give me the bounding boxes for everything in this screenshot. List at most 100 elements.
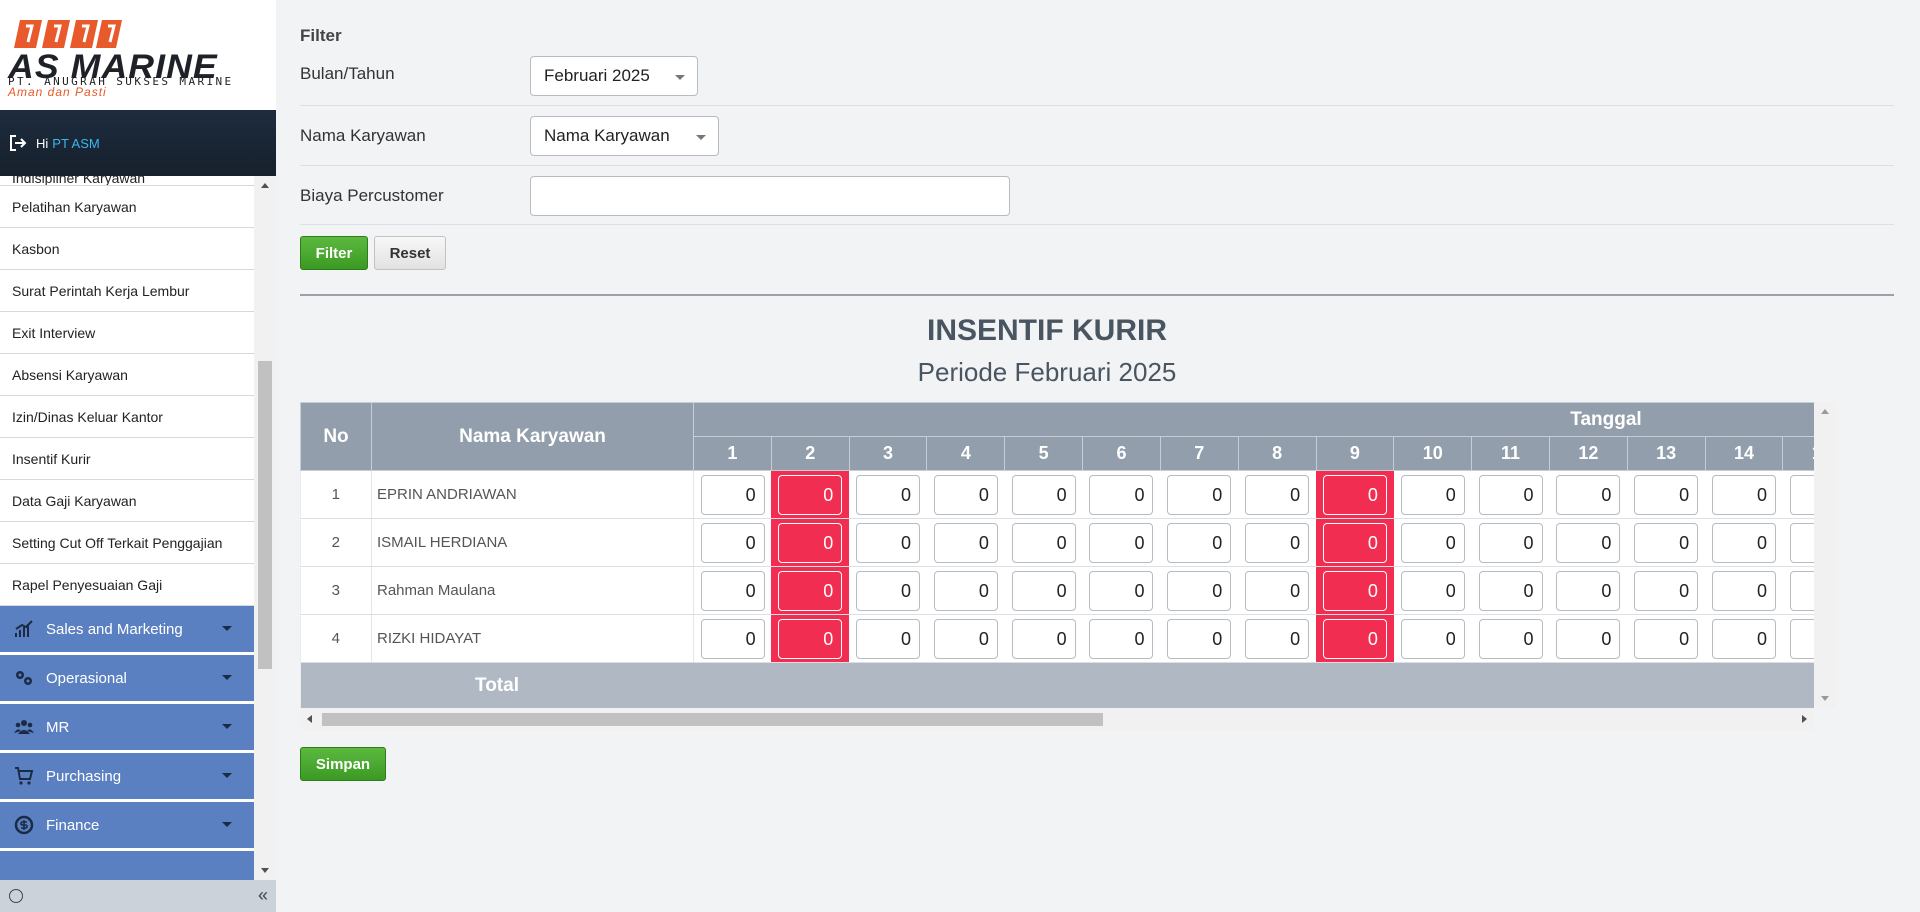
incentive-input[interactable]: 0 <box>778 522 843 563</box>
incentive-input[interactable]: 0 <box>1245 522 1310 563</box>
incentive-input[interactable]: 0 <box>1322 522 1387 563</box>
incentive-input[interactable]: 0 <box>1634 522 1699 563</box>
incentive-input[interactable]: 0 <box>1089 474 1154 515</box>
save-button[interactable]: Simpan <box>300 747 386 781</box>
incentive-input[interactable]: 0 <box>700 618 765 659</box>
sidebar-section-mr[interactable]: MR <box>0 704 254 750</box>
incentive-input[interactable]: 0 <box>1789 474 1814 515</box>
incentive-input[interactable]: 0 <box>933 570 998 611</box>
incentive-input[interactable]: 0 <box>700 570 765 611</box>
incentive-input[interactable]: 0 <box>1011 474 1076 515</box>
incentive-input[interactable]: 0 <box>1478 570 1543 611</box>
incentive-input[interactable]: 0 <box>1011 618 1076 659</box>
incentive-input[interactable]: 0 <box>778 474 843 515</box>
table-horizontal-scrollbar[interactable] <box>300 708 1814 730</box>
sidebar-item-indisipliner[interactable]: Indisipliner Karyawan <box>0 176 254 186</box>
incentive-input[interactable]: 0 <box>1634 570 1699 611</box>
incentive-input[interactable]: 0 <box>1789 522 1814 563</box>
incentive-input[interactable]: 0 <box>1556 618 1621 659</box>
scroll-up-icon[interactable] <box>1821 409 1829 414</box>
incentive-input[interactable]: 0 <box>1167 474 1232 515</box>
sidebar-item-data-gaji[interactable]: Data Gaji Karyawan <box>0 480 254 522</box>
incentive-input[interactable]: 0 <box>1167 522 1232 563</box>
sidebar-item-kasbon[interactable]: Kasbon <box>0 228 254 270</box>
incentive-input[interactable]: 0 <box>933 474 998 515</box>
incentive-input[interactable]: 0 <box>1400 522 1465 563</box>
nama-select[interactable]: Nama Karyawan <box>530 116 719 156</box>
incentive-input[interactable]: 0 <box>1011 522 1076 563</box>
incentive-input[interactable]: 0 <box>1711 474 1776 515</box>
incentive-input[interactable]: 0 <box>1556 570 1621 611</box>
scroll-left-icon[interactable] <box>307 715 312 723</box>
bulan-select-value: Februari 2025 <box>544 66 650 85</box>
sidebar-item-pelatihan[interactable]: Pelatihan Karyawan <box>0 186 254 228</box>
incentive-input[interactable]: 0 <box>1089 618 1154 659</box>
incentive-input[interactable]: 0 <box>1478 522 1543 563</box>
table-vertical-scrollbar[interactable] <box>1814 402 1836 708</box>
sidebar-item-insentif-kurir[interactable]: Insentif Kurir <box>0 438 254 480</box>
incentive-input[interactable]: 0 <box>778 618 843 659</box>
circle-icon[interactable] <box>9 889 23 903</box>
collapse-sidebar-icon[interactable]: « <box>258 885 268 906</box>
sidebar-item-rapel[interactable]: Rapel Penyesuaian Gaji <box>0 564 254 606</box>
incentive-input[interactable]: 0 <box>856 618 921 659</box>
sidebar-item-izin-dinas[interactable]: Izin/Dinas Keluar Kantor <box>0 396 254 438</box>
scroll-up-icon[interactable] <box>261 183 269 188</box>
incentive-input[interactable]: 0 <box>1089 570 1154 611</box>
incentive-input[interactable]: 0 <box>700 522 765 563</box>
incentive-input[interactable]: 0 <box>700 474 765 515</box>
incentive-input[interactable]: 0 <box>1789 570 1814 611</box>
incentive-input[interactable]: 0 <box>1089 522 1154 563</box>
incentive-input[interactable]: 0 <box>1400 474 1465 515</box>
sidebar-item-spkl[interactable]: Surat Perintah Kerja Lembur <box>0 270 254 312</box>
incentive-input[interactable]: 0 <box>1322 570 1387 611</box>
incentive-input[interactable]: 0 <box>933 618 998 659</box>
incentive-input[interactable]: 0 <box>1322 618 1387 659</box>
incentive-input[interactable]: 0 <box>1478 474 1543 515</box>
incentive-input[interactable]: 0 <box>1245 618 1310 659</box>
sidebar-item-exit-interview[interactable]: Exit Interview <box>0 312 254 354</box>
incentive-input[interactable]: 0 <box>1400 618 1465 659</box>
incentive-input[interactable]: 0 <box>778 570 843 611</box>
scroll-down-icon[interactable] <box>261 868 269 873</box>
sidebar-item-absensi[interactable]: Absensi Karyawan <box>0 354 254 396</box>
sidebar-scrollbar[interactable] <box>254 176 276 880</box>
sidebar-section-purchasing[interactable]: Purchasing <box>0 753 254 799</box>
reset-button[interactable]: Reset <box>374 236 446 270</box>
incentive-input[interactable]: 0 <box>1711 618 1776 659</box>
sidebar-section-operasional[interactable]: Operasional <box>0 655 254 701</box>
company-logo[interactable]: AS MARINE PT. ANUGRAH SUKSES MARINE Aman… <box>0 0 276 110</box>
incentive-input[interactable]: 0 <box>1711 522 1776 563</box>
incentive-input[interactable]: 0 <box>1789 618 1814 659</box>
bulan-select[interactable]: Februari 2025 <box>530 56 698 96</box>
incentive-input[interactable]: 0 <box>856 474 921 515</box>
incentive-input[interactable]: 0 <box>1634 474 1699 515</box>
incentive-input[interactable]: 0 <box>1167 618 1232 659</box>
incentive-input[interactable]: 0 <box>933 522 998 563</box>
incentive-input[interactable]: 0 <box>1478 618 1543 659</box>
incentive-input[interactable]: 0 <box>1011 570 1076 611</box>
incentive-input[interactable]: 0 <box>1400 570 1465 611</box>
biaya-input[interactable] <box>530 176 1010 216</box>
incentive-input[interactable]: 0 <box>1556 474 1621 515</box>
sidebar-section-sales[interactable]: Sales and Marketing <box>0 606 254 652</box>
table-scroll-thumb[interactable] <box>322 713 1103 726</box>
incentive-input[interactable]: 0 <box>1245 474 1310 515</box>
logout-icon[interactable] <box>8 133 28 153</box>
scroll-down-icon[interactable] <box>1821 696 1829 701</box>
incentive-input[interactable]: 0 <box>1711 570 1776 611</box>
sidebar-section-partial[interactable] <box>0 851 254 880</box>
incentive-input[interactable]: 0 <box>1634 618 1699 659</box>
incentive-input[interactable]: 0 <box>856 570 921 611</box>
user-name-link[interactable]: PT ASM <box>52 136 99 151</box>
incentive-input[interactable]: 0 <box>856 522 921 563</box>
sidebar-scroll-thumb[interactable] <box>258 361 272 669</box>
incentive-input[interactable]: 0 <box>1322 474 1387 515</box>
incentive-input[interactable]: 0 <box>1245 570 1310 611</box>
incentive-input[interactable]: 0 <box>1167 570 1232 611</box>
incentive-input[interactable]: 0 <box>1556 522 1621 563</box>
sidebar-section-finance[interactable]: Finance <box>0 802 254 848</box>
filter-button[interactable]: Filter <box>300 236 368 270</box>
sidebar-item-cut-off[interactable]: Setting Cut Off Terkait Penggajian <box>0 522 254 564</box>
scroll-right-icon[interactable] <box>1802 715 1807 723</box>
